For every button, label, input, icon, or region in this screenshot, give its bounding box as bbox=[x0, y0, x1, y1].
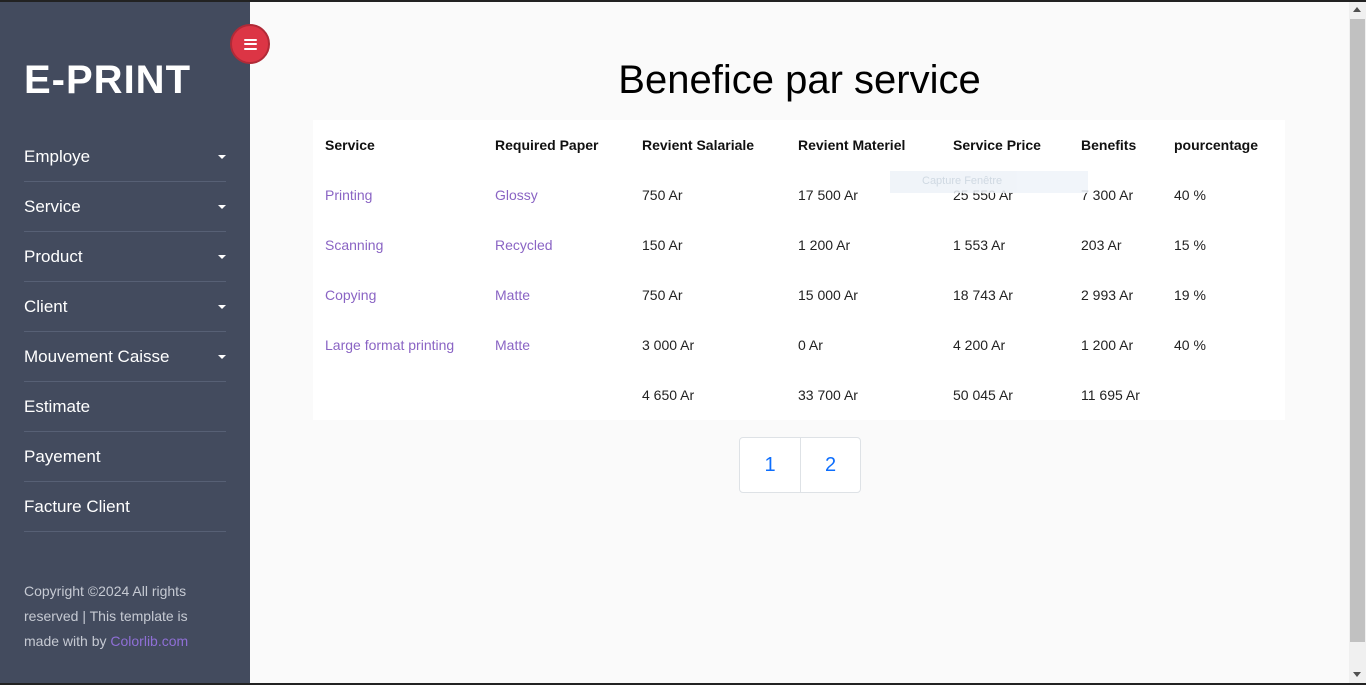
page-2-link[interactable]: 2 bbox=[800, 438, 860, 492]
sidebar-footer: Copyright ©2024 All rights reserved | Th… bbox=[24, 579, 204, 654]
sidebar-toggle-button[interactable] bbox=[230, 24, 270, 64]
capture-overlay: Capture Fenêtre bbox=[890, 171, 1088, 193]
cell-service-price: 1 553 Ar bbox=[953, 237, 1006, 253]
hamburger-icon bbox=[243, 38, 257, 50]
main-content: Benefice par service Capture Fenêtre Ser… bbox=[250, 2, 1349, 683]
sidebar-item-label: Client bbox=[24, 296, 68, 316]
cell-revient-salariale: 750 Ar bbox=[642, 287, 683, 303]
table-row: Copying Matte 750 Ar 15 000 Ar 18 743 Ar… bbox=[313, 270, 1285, 320]
page-title: Benefice par service bbox=[618, 58, 981, 102]
header-required-paper: Required Paper bbox=[495, 137, 599, 153]
caret-down-icon bbox=[218, 354, 226, 359]
sidebar-item-mouvement-caisse[interactable]: Mouvement Caisse bbox=[24, 332, 226, 382]
table-row: Large format printing Matte 3 000 Ar 0 A… bbox=[313, 320, 1285, 370]
cell-revient-materiel: 15 000 Ar bbox=[798, 287, 858, 303]
caret-down-icon bbox=[218, 254, 226, 259]
service-link[interactable]: Copying bbox=[313, 270, 483, 320]
table-totals-row: 4 650 Ar 33 700 Ar 50 045 Ar 11 695 Ar bbox=[313, 370, 1285, 420]
brand-logo[interactable]: E-PRINT bbox=[24, 58, 191, 103]
cell-pourcentage: 40 % bbox=[1174, 337, 1206, 353]
total-revient-materiel: 33 700 Ar bbox=[798, 387, 858, 403]
sidebar-item-label: Service bbox=[24, 196, 81, 216]
caret-down-icon bbox=[218, 304, 226, 309]
sidebar-item-label: Facture Client bbox=[24, 496, 130, 516]
sidebar-item-label: Payement bbox=[24, 446, 101, 466]
header-pourcentage: pourcentage bbox=[1174, 137, 1259, 153]
sidebar-item-payement[interactable]: Payement bbox=[24, 432, 226, 482]
total-paper bbox=[483, 370, 630, 420]
cell-pourcentage: 40 % bbox=[1174, 187, 1206, 203]
sidebar-menu: Employe Service Product Client Mouvement… bbox=[24, 132, 226, 532]
paper-link[interactable]: Recycled bbox=[483, 220, 630, 270]
cell-revient-materiel: 0 Ar bbox=[798, 337, 823, 353]
service-link[interactable]: Printing bbox=[313, 170, 483, 220]
header-revient-salariale: Revient Salariale bbox=[642, 137, 755, 153]
total-service bbox=[313, 370, 483, 420]
cell-revient-salariale: 150 Ar bbox=[642, 237, 683, 253]
cell-service-price: 18 743 Ar bbox=[953, 287, 1013, 303]
header-benefits: Benefits bbox=[1081, 137, 1137, 153]
sidebar-item-service[interactable]: Service bbox=[24, 182, 226, 232]
total-pourcentage bbox=[1162, 370, 1285, 420]
service-link[interactable]: Large format printing bbox=[313, 320, 483, 370]
page-1-link[interactable]: 1 bbox=[740, 438, 800, 492]
sidebar-item-label: Product bbox=[24, 246, 83, 266]
cell-revient-materiel: 1 200 Ar bbox=[798, 237, 851, 253]
cell-pourcentage: 15 % bbox=[1174, 237, 1206, 253]
table-row: Printing Glossy 750 Ar 17 500 Ar 25 550 … bbox=[313, 170, 1285, 220]
sidebar-item-estimate[interactable]: Estimate bbox=[24, 382, 226, 432]
header-revient-materiel: Revient Materiel bbox=[798, 137, 906, 153]
cell-pourcentage: 19 % bbox=[1174, 287, 1206, 303]
cell-benefits: 1 200 Ar bbox=[1081, 337, 1134, 353]
cell-service-price: 4 200 Ar bbox=[953, 337, 1006, 353]
vertical-scrollbar[interactable] bbox=[1349, 2, 1366, 683]
cell-revient-salariale: 3 000 Ar bbox=[642, 337, 695, 353]
sidebar-item-product[interactable]: Product bbox=[24, 232, 226, 282]
cell-revient-salariale: 750 Ar bbox=[642, 187, 683, 203]
total-revient-salariale: 4 650 Ar bbox=[642, 387, 695, 403]
paper-link[interactable]: Matte bbox=[483, 270, 630, 320]
colorlib-link[interactable]: Colorlib.com bbox=[110, 633, 188, 649]
pagination: 1 2 bbox=[739, 437, 861, 493]
benefit-table: Service Required Paper Revient Salariale… bbox=[313, 120, 1285, 420]
caret-down-icon bbox=[218, 154, 226, 159]
total-benefits: 11 695 Ar bbox=[1081, 387, 1140, 403]
sidebar-item-label: Mouvement Caisse bbox=[24, 346, 170, 366]
sidebar: E-PRINT Employe Service Product Client M… bbox=[0, 2, 250, 683]
table-header-row: Service Required Paper Revient Salariale… bbox=[313, 120, 1285, 170]
cell-benefits: 2 993 Ar bbox=[1081, 287, 1134, 303]
scroll-up-arrow-icon[interactable] bbox=[1353, 7, 1361, 12]
sidebar-item-facture-client[interactable]: Facture Client bbox=[24, 482, 226, 532]
paper-link[interactable]: Glossy bbox=[483, 170, 630, 220]
paper-link[interactable]: Matte bbox=[483, 320, 630, 370]
caret-down-icon bbox=[218, 204, 226, 209]
sidebar-item-client[interactable]: Client bbox=[24, 282, 226, 332]
header-service: Service bbox=[325, 137, 375, 153]
total-service-price: 50 045 Ar bbox=[953, 387, 1013, 403]
sidebar-item-label: Employe bbox=[24, 146, 91, 166]
header-service-price: Service Price bbox=[953, 137, 1041, 153]
service-link[interactable]: Scanning bbox=[313, 220, 483, 270]
scroll-thumb[interactable] bbox=[1350, 19, 1365, 642]
scroll-down-arrow-icon[interactable] bbox=[1353, 672, 1361, 677]
sidebar-item-employe[interactable]: Employe bbox=[24, 132, 226, 182]
sidebar-item-label: Estimate bbox=[24, 396, 91, 416]
table-row: Scanning Recycled 150 Ar 1 200 Ar 1 553 … bbox=[313, 220, 1285, 270]
cell-benefits: 203 Ar bbox=[1081, 237, 1122, 253]
benefit-table-card: Capture Fenêtre Service Required Paper R… bbox=[313, 120, 1285, 420]
